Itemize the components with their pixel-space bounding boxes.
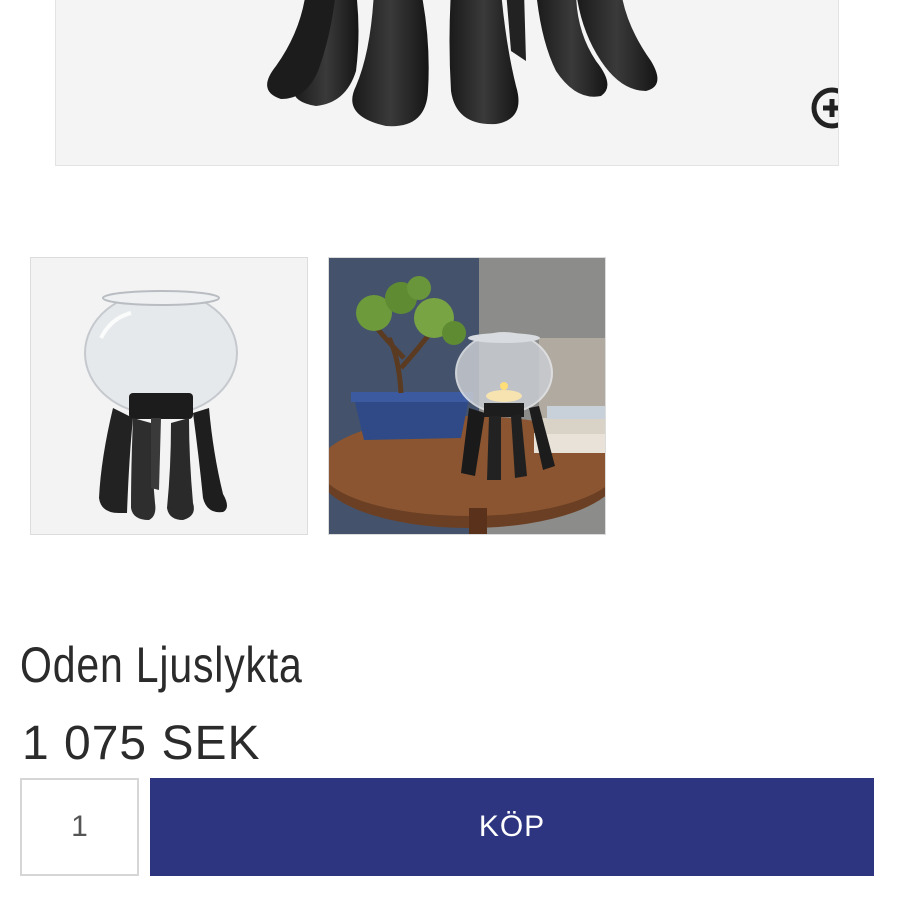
product-title: Oden Ljuslykta [20, 637, 303, 693]
buy-button[interactable]: KÖP [150, 778, 874, 876]
lantern-legs-illustration [267, 0, 658, 127]
product-price: 1 075 SEK [22, 717, 261, 770]
thumbnail-lifestyle[interactable] [328, 257, 606, 535]
zoom-in-icon[interactable] [808, 84, 838, 142]
quantity-input[interactable] [20, 778, 139, 876]
main-product-image[interactable] [55, 0, 839, 166]
thumbnail-product[interactable] [30, 257, 308, 535]
lantern-lifestyle-image [329, 258, 605, 534]
lantern-product-image [31, 258, 307, 534]
